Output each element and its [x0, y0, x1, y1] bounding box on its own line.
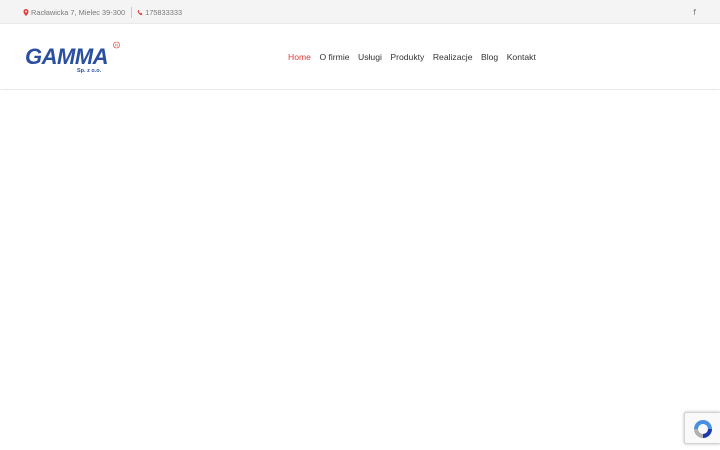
main-nav: Home O firmie Usługi Produkty Realizacje… — [288, 24, 544, 89]
top-contact-info: Racławicka 7, Mielec 39-300 175833333 — [23, 0, 182, 24]
nav-item-produkty[interactable]: Produkty — [390, 52, 424, 62]
registered-mark: R — [115, 43, 118, 48]
phone-icon — [137, 9, 143, 15]
address-text: Racławicka 7, Mielec 39-300 — [31, 7, 126, 17]
map-marker-icon — [23, 8, 29, 16]
nav-item-home[interactable]: Home — [288, 52, 311, 62]
page-content — [0, 90, 720, 450]
site-header: GAMMA Sp. z o.o. R Home O firmie Usługi … — [0, 24, 720, 89]
recaptcha-badge[interactable] — [684, 412, 720, 444]
top-bar: Racławicka 7, Mielec 39-300 175833333 f — [0, 0, 720, 24]
nav-item-uslugi[interactable]: Usługi — [358, 52, 382, 62]
phone-text[interactable]: 175833333 — [145, 8, 182, 17]
nav-item-kontakt[interactable]: Kontakt — [507, 52, 536, 62]
nav-item-blog[interactable]: Blog — [481, 52, 498, 62]
logo-subtitle: Sp. z o.o. — [77, 68, 102, 74]
gamma-logo[interactable]: GAMMA Sp. z o.o. R — [25, 41, 121, 74]
contact-divider — [131, 6, 133, 18]
phone-item[interactable]: 175833333 — [137, 8, 182, 17]
facebook-link[interactable]: f — [693, 0, 696, 24]
nav-item-realizacje[interactable]: Realizacje — [433, 52, 473, 62]
address-item: Racławicka 7, Mielec 39-300 — [23, 8, 125, 17]
recaptcha-icon — [694, 420, 712, 438]
nav-item-o-firmie[interactable]: O firmie — [319, 52, 349, 62]
logo-text: GAMMA — [25, 44, 108, 69]
facebook-icon[interactable]: f — [693, 8, 696, 17]
